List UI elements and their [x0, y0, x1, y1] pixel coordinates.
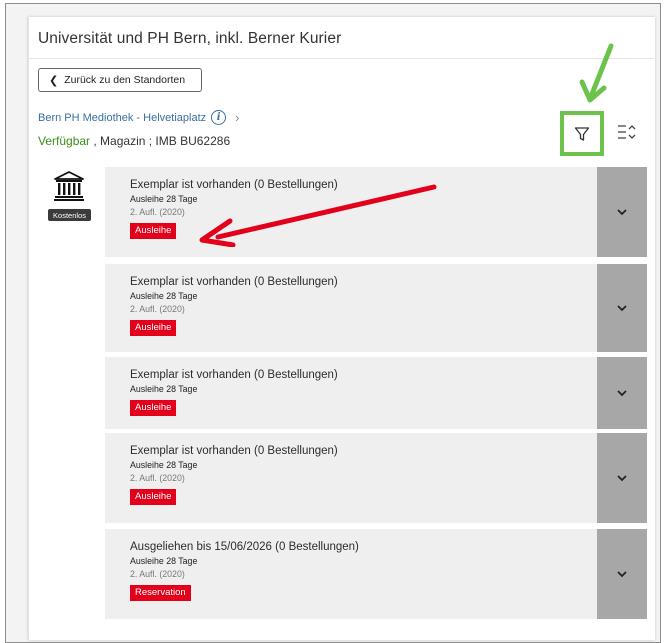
expand-button[interactable]: [597, 264, 647, 352]
holding-item: Ausgeliehen bis 15/06/2026 (0 Bestellung…: [105, 529, 647, 619]
chevron-right-icon: ›: [235, 110, 240, 125]
request-button[interactable]: Ausleihe: [130, 400, 177, 416]
expand-button[interactable]: [597, 529, 647, 619]
shelf-details: , Magazin ; IMB BU62286: [90, 134, 231, 148]
request-button[interactable]: Ausleihe: [130, 320, 177, 336]
availability-line: Verfügbar , Magazin ; IMB BU62286: [38, 134, 230, 148]
sort-icon[interactable]: [617, 123, 639, 141]
location-row[interactable]: Bern PH Mediothek - Helvetiaplatz i ›: [38, 110, 239, 125]
item-status: Exemplar ist vorhanden (0 Bestellungen): [130, 276, 338, 288]
divider: [29, 58, 654, 59]
item-loan-period: Ausleihe 28 Tage: [130, 384, 198, 394]
item-edition: 2. Aufl. (2020): [130, 569, 185, 579]
chevron-left-icon: ❮: [49, 74, 59, 87]
item-edition: 2. Aufl. (2020): [130, 473, 185, 483]
expand-button[interactable]: [597, 433, 647, 523]
green-annotation-arrow-icon: [579, 43, 614, 103]
chevron-down-icon: [617, 305, 627, 312]
item-status: Exemplar ist vorhanden (0 Bestellungen): [130, 445, 338, 457]
expand-button[interactable]: [597, 167, 647, 257]
chevron-down-icon: [617, 571, 627, 578]
request-button[interactable]: Ausleihe: [130, 489, 177, 505]
institution-title: Universität und PH Bern, inkl. Berner Ku…: [38, 30, 342, 47]
item-edition: 2. Aufl. (2020): [130, 304, 185, 314]
free-badge: Kostenlos: [48, 209, 91, 221]
item-loan-period: Ausleihe 28 Tage: [130, 460, 198, 470]
chevron-down-icon: [617, 475, 627, 482]
back-to-locations-button[interactable]: ❮ Zurück zu den Standorten: [38, 68, 202, 92]
expand-button[interactable]: [597, 357, 647, 429]
item-loan-period: Ausleihe 28 Tage: [130, 291, 198, 301]
red-annotation-arrow-icon: [199, 184, 437, 247]
library-building-icon: [54, 171, 84, 201]
item-loan-period: Ausleihe 28 Tage: [130, 556, 198, 566]
reservation-button[interactable]: Reservation: [130, 585, 191, 601]
holding-item: Exemplar ist vorhanden (0 Bestellungen) …: [105, 264, 647, 352]
holding-item: Exemplar ist vorhanden (0 Bestellungen) …: [105, 357, 647, 429]
availability-status: Verfügbar: [38, 134, 91, 148]
holding-item: Exemplar ist vorhanden (0 Bestellungen) …: [105, 433, 647, 523]
request-button[interactable]: Ausleihe: [130, 223, 177, 239]
chevron-down-icon: [617, 209, 627, 216]
info-icon[interactable]: i: [211, 110, 227, 125]
back-button-label: Zurück zu den Standorten: [64, 74, 186, 86]
location-name-link[interactable]: Bern PH Mediothek - Helvetiaplatz: [38, 112, 206, 124]
item-status: Ausgeliehen bis 15/06/2026 (0 Bestellung…: [130, 541, 359, 553]
item-status: Exemplar ist vorhanden (0 Bestellungen): [130, 369, 338, 381]
chevron-down-icon: [617, 390, 627, 397]
filter-icon: [574, 126, 590, 141]
filter-button[interactable]: [560, 111, 604, 156]
